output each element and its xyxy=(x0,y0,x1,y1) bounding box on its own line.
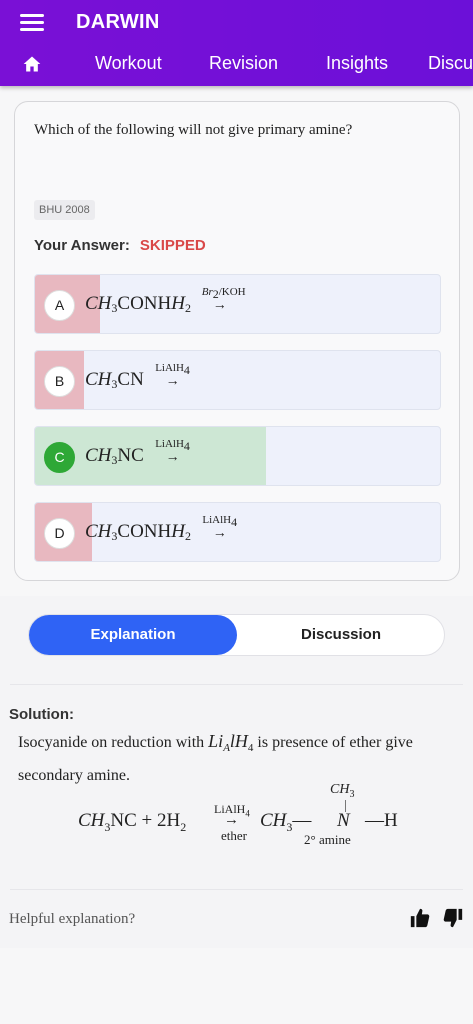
explanation-section: Explanation Discussion Solution: Isocyan… xyxy=(0,596,473,948)
option-a-letter: A xyxy=(44,290,75,321)
helpful-prompt: Helpful explanation? xyxy=(9,911,136,927)
option-b[interactable]: B CH3CN LiAlH4 → xyxy=(34,350,441,410)
your-answer: Your Answer: SKIPPED xyxy=(34,237,206,254)
option-a[interactable]: A CH3CONHH2 Br2/KOH → xyxy=(34,274,441,334)
option-a-formula: CH3CONHH2 Br2/KOH → xyxy=(85,286,246,315)
app-bar: DARWIN Workout Revision Insights Discu xyxy=(0,0,473,86)
reaction-equation: CH3NC + 2H2 LiAlH4 → ether CH3— CH3 N —H… xyxy=(78,782,398,847)
option-b-formula: CH3CN LiAlH4 → xyxy=(85,362,190,391)
source-badge: BHU 2008 xyxy=(34,200,95,220)
option-d[interactable]: D CH3CONHH2 LiAlH4 → xyxy=(34,502,441,562)
thumbs-up-icon[interactable] xyxy=(409,907,431,929)
option-d-formula: CH3CONHH2 LiAlH4 → xyxy=(85,514,238,543)
tab-insights[interactable]: Insights xyxy=(326,53,388,74)
divider xyxy=(10,889,463,890)
option-b-letter: B xyxy=(44,366,75,397)
answer-status: SKIPPED xyxy=(139,237,206,254)
question-card: Which of the following will not give pri… xyxy=(14,101,460,581)
reaction-condition: ether xyxy=(221,828,247,843)
answer-label: Your Answer: xyxy=(34,237,130,254)
amine-label: 2° amine xyxy=(304,832,351,847)
solution-text: Isocyanide on reduction with LiAlH4 is p… xyxy=(18,731,413,785)
nav-tabs: Workout Revision Insights Discu xyxy=(0,44,473,84)
solution-label: Solution: xyxy=(9,706,74,723)
tab-discussion-toggle[interactable]: Discussion xyxy=(237,615,445,655)
app-title: DARWIN xyxy=(76,11,160,33)
option-c-formula: CH3NC LiAlH4 → xyxy=(85,438,190,467)
home-icon[interactable] xyxy=(22,54,42,74)
question-text: Which of the following will not give pri… xyxy=(34,122,353,138)
tab-explanation[interactable]: Explanation xyxy=(29,615,237,655)
menu-icon[interactable] xyxy=(20,14,44,32)
explanation-toggle: Explanation Discussion xyxy=(28,614,445,656)
thumbs-down-icon[interactable] xyxy=(442,907,464,929)
tab-discussion[interactable]: Discu xyxy=(428,53,473,74)
tab-workout[interactable]: Workout xyxy=(95,53,162,74)
option-c-letter: C xyxy=(44,442,75,473)
divider xyxy=(10,684,463,685)
option-d-letter: D xyxy=(44,518,75,549)
tab-revision[interactable]: Revision xyxy=(209,53,278,74)
option-c[interactable]: C CH3NC LiAlH4 → xyxy=(34,426,441,486)
